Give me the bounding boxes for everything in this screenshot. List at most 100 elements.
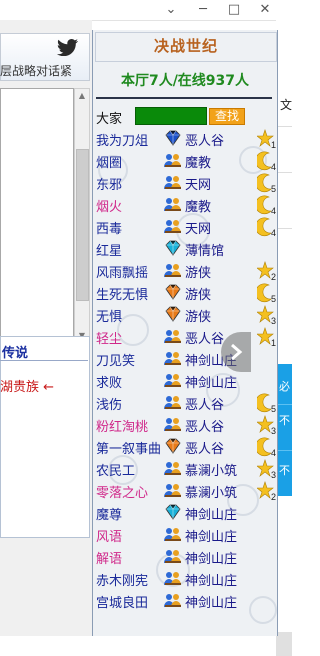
svg-text:2: 2	[271, 492, 276, 502]
people-icon	[163, 328, 183, 344]
player-row[interactable]: 农民工 慕澜小筑 3	[93, 458, 277, 480]
divider	[276, 404, 292, 405]
star-rank-icon: 2	[256, 260, 277, 282]
lobby-title: 决战世纪	[153, 37, 218, 55]
player-row[interactable]: 赤木刚宪 神剑山庄	[93, 568, 277, 590]
player-name[interactable]: 生死无惧	[96, 284, 148, 303]
chat-textarea[interactable]	[0, 88, 74, 342]
player-row[interactable]: 红星 薄情馆	[93, 238, 277, 260]
close-button[interactable]: ✕	[250, 0, 280, 20]
player-name[interactable]: 赤木刚宪	[96, 570, 148, 589]
player-name[interactable]: 我为刀俎	[96, 130, 148, 149]
player-name[interactable]: 粉红淘桃	[96, 416, 148, 435]
player-name[interactable]: 西毒	[96, 218, 122, 237]
player-row[interactable]: 东邪 天网 5	[93, 172, 277, 194]
search-input[interactable]	[135, 107, 207, 125]
player-row[interactable]: 零落之心 慕澜小筑 2	[93, 480, 277, 502]
player-name[interactable]: 风语	[96, 526, 122, 545]
player-row[interactable]: 求败 神剑山庄	[93, 370, 277, 392]
player-name[interactable]: 轻尘	[96, 328, 122, 347]
player-name[interactable]: 魔尊	[96, 504, 122, 523]
player-faction: 游侠	[185, 310, 212, 325]
divider	[276, 172, 292, 173]
svg-text:4: 4	[271, 448, 276, 458]
player-faction: 天网	[185, 178, 212, 193]
blue-text: 必	[279, 380, 290, 393]
scroll-up-icon[interactable]: ▲	[75, 89, 89, 103]
player-name[interactable]: 零落之心	[96, 482, 148, 501]
people-icon	[163, 174, 183, 190]
find-button[interactable]: 查找	[209, 108, 245, 125]
maximize-button[interactable]: □	[219, 0, 249, 20]
people-icon	[163, 196, 183, 212]
player-faction: 恶人谷	[185, 442, 225, 457]
player-row[interactable]: 西毒 天网 4	[93, 216, 277, 238]
legend-panel	[0, 336, 90, 538]
player-row[interactable]: 我为刀俎 恶人谷 1	[93, 128, 277, 150]
player-name[interactable]: 求败	[96, 372, 122, 391]
player-name[interactable]: 刀见笑	[96, 350, 135, 369]
everyone-label: 大家	[96, 112, 123, 127]
player-faction: 恶人谷	[185, 398, 225, 413]
minimize-button[interactable]: ─	[188, 0, 218, 20]
player-name[interactable]: 解语	[96, 548, 122, 567]
player-name[interactable]: 宫城良田	[96, 592, 148, 611]
player-row[interactable]: 风语 神剑山庄	[93, 524, 277, 546]
player-faction: 恶人谷	[185, 134, 225, 149]
player-faction: 神剑山庄	[185, 574, 238, 589]
player-faction: 薄情馆	[185, 244, 225, 259]
player-faction: 神剑山庄	[185, 552, 238, 567]
svg-text:5: 5	[271, 294, 276, 304]
divider	[276, 228, 292, 229]
player-row[interactable]: 烟圈 魔教 4	[93, 150, 277, 172]
player-name[interactable]: 红星	[96, 240, 122, 259]
player-name[interactable]: 无惧	[96, 306, 122, 325]
moon-rank-icon: 5	[255, 392, 277, 414]
player-name[interactable]: 东邪	[96, 174, 122, 193]
player-row[interactable]: 无惧 游侠 3	[93, 304, 277, 326]
player-name[interactable]: 烟火	[96, 196, 122, 215]
orange-gem-icon	[163, 438, 183, 454]
star-rank-icon: 1	[256, 326, 277, 348]
people-icon	[163, 526, 183, 542]
moon-rank-icon: 5	[255, 172, 277, 194]
player-faction: 神剑山庄	[185, 376, 238, 391]
player-faction: 天网	[185, 222, 212, 237]
vertical-scrollbar[interactable]: ▲ ▼	[74, 88, 90, 344]
noble-text: 湖贵族 ←	[0, 380, 55, 395]
player-name[interactable]: 第一叙事曲	[96, 438, 161, 457]
player-faction: 游侠	[185, 288, 212, 303]
star-rank-icon: 1	[256, 128, 277, 150]
player-faction: 游侠	[185, 266, 212, 281]
player-row[interactable]: 风雨飘摇 游侠 2	[93, 260, 277, 282]
twitter-bird-icon[interactable]	[57, 38, 79, 56]
scroll-thumb[interactable]	[76, 149, 89, 301]
player-name[interactable]: 烟圈	[96, 152, 122, 171]
player-row[interactable]: 生死无惧 游侠 5	[93, 282, 277, 304]
people-icon	[163, 152, 183, 168]
player-row[interactable]: 第一叙事曲 恶人谷 4	[93, 436, 277, 458]
legend-label: 传说	[2, 346, 29, 361]
player-name[interactable]: 农民工	[96, 460, 135, 479]
player-name[interactable]: 风雨飘摇	[96, 262, 148, 281]
people-icon	[163, 592, 183, 608]
people-icon	[163, 394, 183, 410]
people-icon	[163, 548, 183, 564]
player-row[interactable]: 解语 神剑山庄	[93, 546, 277, 568]
moon-rank-icon: 4	[255, 436, 277, 458]
cyan-gem-icon	[163, 240, 183, 256]
svg-text:4: 4	[271, 162, 276, 172]
player-row[interactable]: 魔尊 神剑山庄	[93, 502, 277, 524]
chevron-down-icon[interactable]: ⌄	[156, 0, 186, 20]
people-icon	[163, 262, 183, 278]
svg-text:1: 1	[271, 140, 276, 150]
strategy-tabs[interactable]: 层战略对话紧	[0, 60, 86, 82]
player-name[interactable]: 浅伤	[96, 394, 122, 413]
player-row[interactable]: 烟火 魔教 4	[93, 194, 277, 216]
player-row[interactable]: 粉红淘桃 恶人谷 3	[93, 414, 277, 436]
star-rank-icon: 3	[256, 414, 277, 436]
svg-text:2: 2	[271, 272, 276, 282]
player-row[interactable]: 浅伤 恶人谷 5	[93, 392, 277, 414]
player-row[interactable]: 宫城良田 神剑山庄	[93, 590, 277, 612]
svg-text:5: 5	[271, 184, 276, 194]
